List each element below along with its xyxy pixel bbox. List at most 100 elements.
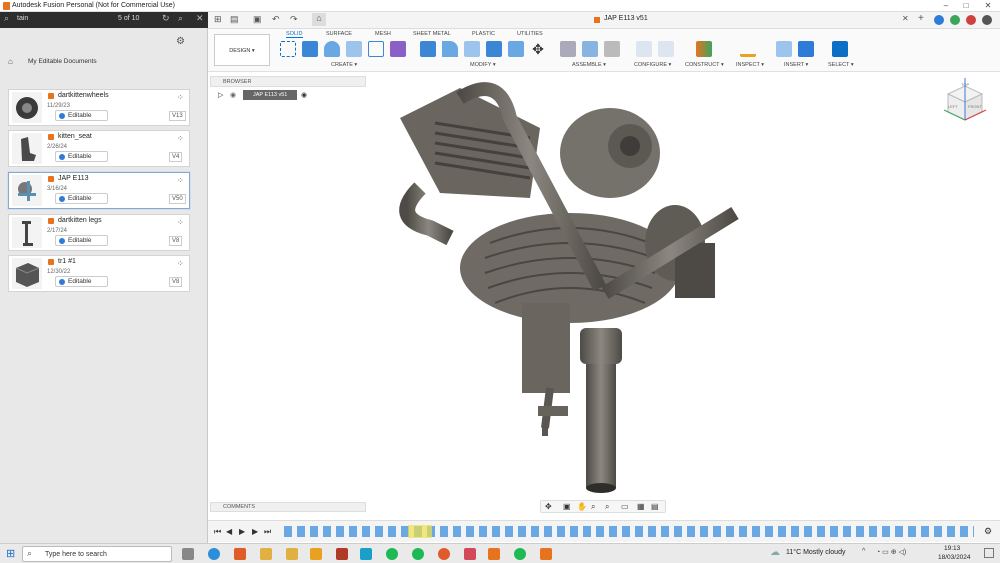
group-create[interactable]: CREATE ▾	[331, 62, 357, 68]
display-settings-icon[interactable]: ▭	[621, 502, 629, 511]
as-built-joint-icon[interactable]	[604, 41, 620, 57]
timeline-features[interactable]	[284, 526, 974, 537]
version-badge[interactable]: V8	[169, 236, 183, 246]
undo-icon[interactable]: ↶	[272, 14, 280, 25]
timeline-settings-icon[interactable]: ⚙	[984, 526, 992, 537]
insert-derive-icon[interactable]	[776, 41, 792, 57]
home-icon[interactable]: ⌂	[8, 57, 13, 66]
look-at-icon[interactable]: ▣	[563, 502, 571, 511]
online-status-icon[interactable]	[950, 15, 960, 25]
search-toggle-icon[interactable]: ⌕	[178, 13, 183, 24]
select-icon[interactable]	[832, 41, 848, 57]
search-input[interactable]: tain	[17, 15, 28, 22]
tab-surface[interactable]: SURFACE	[326, 31, 352, 37]
spotify-icon-2[interactable]	[412, 548, 424, 560]
close-button[interactable]: ✕	[978, 1, 998, 10]
document-name[interactable]: dartkittenwheels	[58, 92, 109, 99]
group-configure[interactable]: CONFIGURE ▾	[634, 62, 671, 68]
taskbar-search[interactable]: Type here to search	[22, 546, 172, 562]
notification-center-icon[interactable]	[984, 548, 994, 558]
group-insert[interactable]: INSERT ▾	[784, 62, 808, 68]
new-component-icon[interactable]	[560, 41, 576, 57]
close-panel-icon[interactable]: ✕	[196, 13, 204, 24]
document-card[interactable]: JAP E113 3/16/24 Editable V50 ⁘	[8, 172, 190, 209]
group-inspect[interactable]: INSPECT ▾	[736, 62, 764, 68]
firefox-icon[interactable]	[438, 548, 450, 560]
version-badge[interactable]: V13	[169, 111, 186, 121]
breadcrumb[interactable]: My Editable Documents	[28, 58, 97, 65]
save-icon[interactable]: ▣	[253, 14, 262, 25]
redo-icon[interactable]: ↷	[290, 14, 298, 25]
browser-root-node[interactable]: ▷ ◉ JAP E113 v51 ◉	[216, 90, 316, 101]
spotify-icon[interactable]	[386, 548, 398, 560]
visibility-eye-icon[interactable]: ◉	[230, 91, 236, 99]
spotify-icon-3[interactable]	[514, 548, 526, 560]
go-to-start-icon[interactable]: ⏮	[214, 527, 221, 537]
pattern-icon[interactable]	[368, 41, 384, 57]
pan-icon[interactable]: ✋	[577, 502, 587, 511]
fusion-taskbar-icon[interactable]	[488, 548, 500, 560]
browser-root-label[interactable]: JAP E113 v51	[243, 90, 297, 100]
tab-sheet-metal[interactable]: SHEET METAL	[413, 31, 451, 37]
scale-icon[interactable]	[508, 41, 524, 57]
hole-icon[interactable]	[346, 41, 362, 57]
task-view-icon[interactable]	[182, 548, 194, 560]
comments-panel-header[interactable]: COMMENTS	[210, 502, 366, 512]
press-pull-icon[interactable]	[420, 41, 436, 57]
fusion-taskbar-icon-2[interactable]	[540, 548, 552, 560]
settings-gear-icon[interactable]: ⚙	[176, 36, 185, 47]
move-icon[interactable]: ✥	[530, 41, 546, 57]
document-card[interactable]: kitten_seat 2/26/24 Editable V4 ⁘	[8, 130, 190, 167]
job-status-icon[interactable]	[934, 15, 944, 25]
minimize-button[interactable]: –	[936, 1, 956, 10]
combine-icon[interactable]	[486, 41, 502, 57]
fillet-icon[interactable]	[442, 41, 458, 57]
browser-panel-header[interactable]: BROWSER	[210, 76, 366, 87]
viewcube-top-label[interactable]: TOP	[961, 82, 969, 87]
tab-mesh[interactable]: MESH	[375, 31, 391, 37]
tab-utilities[interactable]: UTILITIES	[517, 31, 543, 37]
app-icon-2[interactable]	[336, 548, 348, 560]
share-icon[interactable]: ⁘	[177, 259, 184, 268]
version-badge[interactable]: V8	[169, 277, 183, 287]
tray-chevron-icon[interactable]: ^	[862, 548, 865, 555]
create-sketch-icon[interactable]	[280, 41, 296, 57]
document-card[interactable]: dartkitten legs 2/17/24 Editable V8 ⁘	[8, 214, 190, 251]
share-icon[interactable]: ⁘	[177, 134, 184, 143]
version-badge[interactable]: V50	[169, 194, 186, 204]
step-forward-icon[interactable]: ▶	[252, 527, 258, 536]
editable-dropdown[interactable]: Editable	[55, 110, 108, 121]
close-tab-icon[interactable]: ✕	[902, 14, 909, 23]
group-assemble[interactable]: ASSEMBLE ▾	[572, 62, 606, 68]
engine-model[interactable]	[380, 78, 750, 498]
new-tab-icon[interactable]: +	[918, 13, 924, 24]
go-to-end-icon[interactable]: ⏭	[264, 527, 271, 537]
configure-icon[interactable]	[636, 41, 652, 57]
editable-dropdown[interactable]: Editable	[55, 276, 108, 287]
office-icon[interactable]	[234, 548, 246, 560]
zoom-icon[interactable]: ⌕	[591, 502, 595, 512]
insert-canvas-icon[interactable]	[798, 41, 814, 57]
app-icon-1[interactable]	[310, 548, 322, 560]
viewcube-left-label[interactable]: LEFT	[948, 104, 958, 109]
form-icon[interactable]	[390, 41, 406, 57]
refresh-icon[interactable]: ↻	[162, 13, 170, 24]
group-modify[interactable]: MODIFY ▾	[470, 62, 496, 68]
edge-icon[interactable]	[208, 548, 220, 560]
document-name[interactable]: JAP E113	[58, 175, 89, 182]
tray-icons[interactable]: ◔ ▭ ⊕ ◁)	[876, 548, 906, 556]
orbit-icon[interactable]: ✥	[545, 502, 552, 511]
offset-plane-icon[interactable]	[696, 41, 712, 57]
app-icon-4[interactable]	[464, 548, 476, 560]
app-icon-3[interactable]	[360, 548, 372, 560]
group-select[interactable]: SELECT ▾	[828, 62, 854, 68]
apps-grid-icon[interactable]: ⊞	[214, 14, 222, 25]
viewports-icon[interactable]: ▤	[651, 502, 659, 511]
file-explorer-icon[interactable]	[260, 548, 272, 560]
notifications-icon[interactable]	[966, 15, 976, 25]
share-icon[interactable]: ⁘	[177, 218, 184, 227]
file-menu-icon[interactable]: ▤	[230, 14, 239, 25]
viewcube-front-label[interactable]: FRONT	[968, 104, 982, 109]
editable-dropdown[interactable]: Editable	[55, 193, 108, 204]
shell-icon[interactable]	[464, 41, 480, 57]
